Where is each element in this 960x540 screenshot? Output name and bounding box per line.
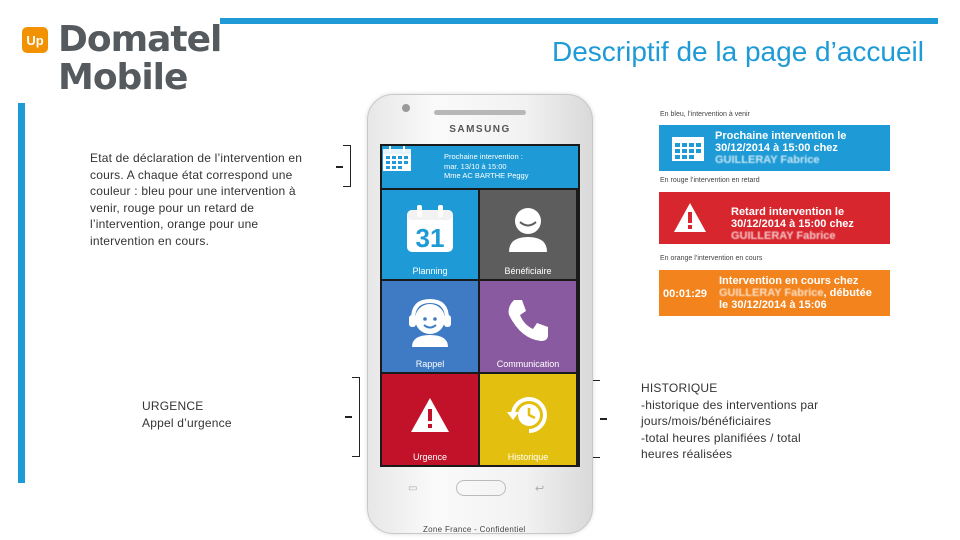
banner-line2: mar. 13/10 à 15:00 [444,161,507,171]
upcoming-line2: 30/12/2014 à 15:00 chez [715,142,838,154]
tile-planning[interactable]: 31 Planning [382,190,478,279]
late-card-text: Retard intervention le 30/12/2014 à 15:0… [731,206,854,242]
left-accent-bar [18,103,25,483]
tile-historique[interactable]: Historique [480,374,576,465]
phone-handset-icon [508,300,548,341]
urgence-bracket-tick [345,416,352,418]
next-intervention-banner[interactable]: Prochaine intervention : mar. 13/10 à 15… [382,146,578,188]
urgence-note-title: URGENCE [142,399,204,413]
headset-agent-icon [409,298,451,347]
footer-confidential: Zone France - Confidentiel [423,525,526,534]
status-bracket [343,145,351,187]
ongoing-line2: GUILLERAY Fabrice, débutée [719,287,872,299]
ongoing-started-label: , débutée [823,287,872,299]
warning-icon [674,203,706,232]
late-line3: GUILLERAY Fabrice [731,230,836,242]
home-button[interactable] [456,480,506,496]
historique-note: HISTORIQUE -historique des interventions… [641,380,841,463]
historique-note-line1: -historique des interventions par jours/… [641,397,819,429]
red-state-caption: En rouge l’intervention en retard [660,177,760,184]
late-line1: Retard intervention le [731,206,845,218]
logo-line1: Domatel [58,19,222,60]
ongoing-timer: 00:01:29 [663,288,708,300]
person-icon [509,208,547,252]
tile-urgence-label: Urgence [412,452,448,462]
banner-line1: Prochaine intervention : [444,152,523,161]
blue-state-caption: En bleu, l’intervention à venir [660,111,750,118]
calendar-grid-icon [383,146,411,171]
warning-icon [411,398,449,432]
tile-rappel-label: Rappel [415,359,445,369]
urgence-note: URGENCE Appel d’urgence [142,398,272,431]
status-bracket-tick [336,166,343,168]
back-softkey-icon[interactable]: ↩ [535,482,544,495]
calendar-day: 31 [416,223,445,253]
upcoming-intervention-card: Prochaine intervention le 30/12/2014 à 1… [659,125,890,171]
tile-beneficiaire-label: Bénéficiaire [504,266,552,276]
tile-communication-label: Communication [496,359,560,369]
domatel-logo: Up Domatel Mobile [22,22,222,102]
historique-bracket [592,380,600,458]
tile-communication[interactable]: Communication [480,281,576,372]
menu-softkey-icon[interactable]: ▭ [408,483,417,494]
tile-historique-label: Historique [507,452,549,462]
page-title: Descriptif de la page d’accueil [552,36,924,67]
urgence-bracket [352,377,360,457]
ongoing-beneficiary-name: GUILLERAY Fabrice [719,287,824,299]
tile-urgence[interactable]: Urgence [382,374,478,465]
historique-bracket-tick [600,418,607,420]
orange-state-caption: En orange l’intervention en cours [660,255,763,262]
historique-note-title: HISTORIQUE [641,381,718,395]
calendar-grid-icon [672,137,704,161]
top-accent-bar [220,18,938,24]
tile-beneficiaire[interactable]: Bénéficiaire [480,190,576,279]
upcoming-line1: Prochaine intervention le [715,130,847,142]
late-line2: 30/12/2014 à 15:00 chez [731,218,854,230]
late-intervention-card: Retard intervention le 30/12/2014 à 15:0… [659,192,890,244]
logo-line2: Mobile [58,57,188,98]
up-logo-badge: Up [22,27,48,53]
ongoing-card-text: Intervention en cours chez GUILLERAY Fab… [719,275,872,311]
phone-brand: SAMSUNG [449,124,511,135]
status-note: Etat de déclaration de l’intervention en… [90,151,303,248]
phone-speaker [434,110,526,115]
ongoing-intervention-card: 00:01:29 Intervention en cours chez GUIL… [659,270,890,316]
tile-rappel[interactable]: Rappel [382,281,478,372]
front-camera [402,104,410,112]
ongoing-line3: le 30/12/2014 à 15:06 [719,299,827,311]
upcoming-line3: GUILLERAY Fabrice [715,154,820,166]
urgence-note-text: Appel d’urgence [142,415,232,430]
banner-line3: Mme AC BARTHE Peggy [444,171,529,180]
upcoming-card-text: Prochaine intervention le 30/12/2014 à 1… [715,130,846,166]
banner-text: Prochaine intervention : mar. 13/10 à 15… [444,152,528,181]
tile-planning-label: Planning [412,266,448,276]
calendar-icon: 31 [407,205,453,253]
historique-note-line2: -total heures planifiées / total heures … [641,430,801,462]
history-clock-icon [507,397,547,433]
ongoing-line1: Intervention en cours chez [719,275,859,287]
